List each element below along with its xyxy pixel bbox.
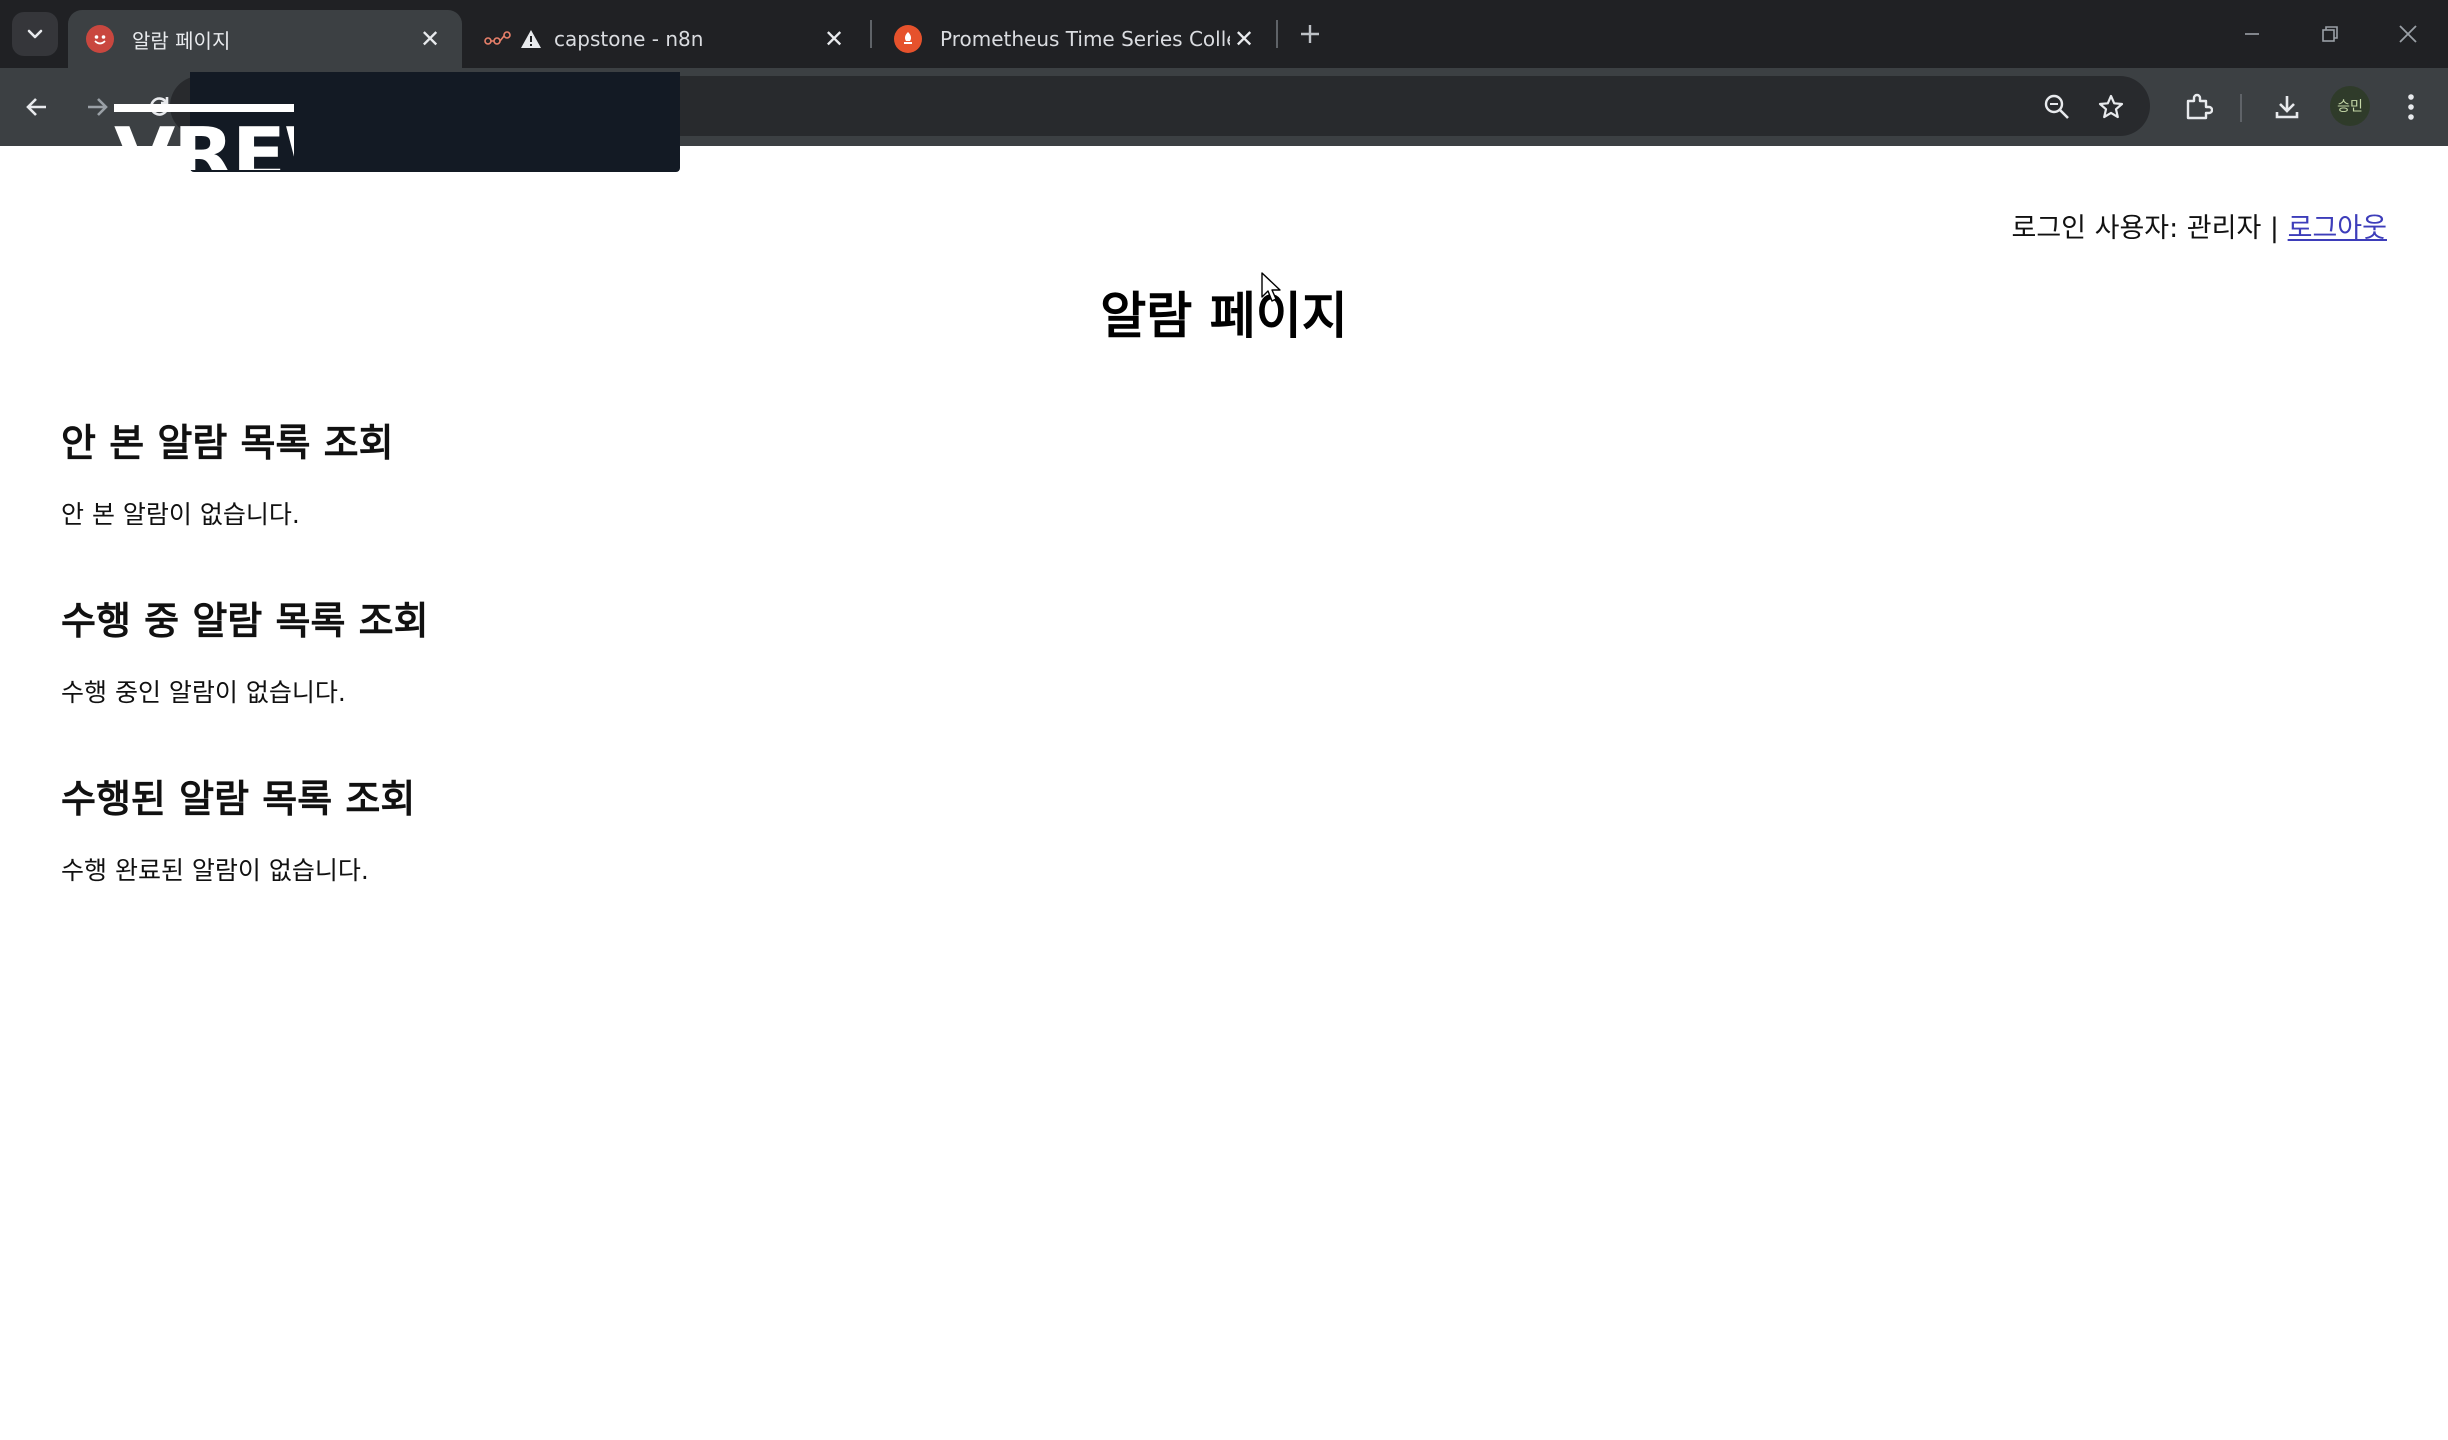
more-vertical-icon bbox=[2408, 94, 2414, 120]
section-completed-alarms: 수행된 알람 목록 조회 수행 완료된 알람이 없습니다. bbox=[61, 768, 415, 887]
section-heading: 수행된 알람 목록 조회 bbox=[61, 777, 416, 821]
tab-divider bbox=[870, 20, 872, 48]
puzzle-icon bbox=[2186, 93, 2213, 120]
tab-strip: 알람 페이지 ✕ capstone - n8n ✕ Prometheus Tim… bbox=[0, 0, 2448, 68]
close-tab-icon[interactable]: ✕ bbox=[1230, 25, 1258, 53]
download-icon bbox=[2275, 96, 2299, 119]
close-tab-icon[interactable]: ✕ bbox=[820, 25, 848, 53]
empty-message: 수행 완료된 알람이 없습니다. bbox=[61, 856, 369, 885]
arrow-left-icon bbox=[26, 98, 46, 116]
tab-title: capstone - n8n bbox=[554, 27, 704, 51]
downloads-button[interactable] bbox=[2264, 84, 2310, 130]
close-icon bbox=[2399, 25, 2417, 43]
star-icon bbox=[2098, 94, 2124, 119]
page-title: 알람 페이지 bbox=[1100, 287, 1348, 345]
menu-button[interactable] bbox=[2388, 84, 2434, 130]
minimize-icon bbox=[2245, 33, 2259, 35]
empty-message: 수행 중인 알람이 없습니다. bbox=[61, 678, 346, 707]
warning-icon bbox=[520, 29, 542, 49]
back-button[interactable] bbox=[14, 84, 60, 130]
restore-icon bbox=[2322, 26, 2338, 42]
close-window-button[interactable] bbox=[2378, 12, 2438, 56]
tab-prometheus[interactable]: Prometheus Time Series Colle ✕ bbox=[876, 10, 1276, 68]
profile-avatar[interactable]: 승민 bbox=[2330, 86, 2370, 126]
tab-title: 알람 페이지 bbox=[132, 28, 231, 53]
zoom-button[interactable] bbox=[2034, 84, 2080, 130]
toolbar-divider bbox=[2240, 94, 2242, 122]
arrow-right-icon bbox=[88, 98, 108, 116]
tab-search-button[interactable] bbox=[12, 12, 58, 56]
vrew-logo: VREW bbox=[114, 104, 294, 170]
prometheus-icon bbox=[894, 25, 922, 53]
tab-n8n[interactable]: capstone - n8n ✕ bbox=[466, 10, 866, 68]
tab-title: Prometheus Time Series Colle bbox=[940, 27, 1230, 51]
new-tab-button[interactable] bbox=[1290, 14, 1330, 54]
bookmark-button[interactable] bbox=[2088, 84, 2134, 130]
section-unseen-alarms: 안 본 알람 목록 조회 안 본 알람이 없습니다. bbox=[61, 412, 394, 531]
separator: | bbox=[2269, 213, 2280, 244]
tab-divider bbox=[1276, 20, 1278, 48]
extensions-button[interactable] bbox=[2175, 84, 2221, 130]
logged-in-user-label: 로그인 사용자: 관리자 bbox=[2011, 213, 2262, 244]
logout-link[interactable]: 로그아웃 bbox=[2288, 213, 2387, 244]
user-info-bar: 로그인 사용자: 관리자 | 로그아웃 bbox=[2012, 206, 2388, 245]
red-smiley-icon bbox=[86, 25, 114, 53]
restore-button[interactable] bbox=[2300, 12, 2360, 56]
n8n-icon bbox=[484, 25, 512, 53]
chevron-down-icon bbox=[27, 29, 43, 39]
section-heading: 안 본 알람 목록 조회 bbox=[61, 421, 394, 465]
section-heading: 수행 중 알람 목록 조회 bbox=[61, 599, 429, 643]
plus-icon bbox=[1301, 25, 1319, 43]
empty-message: 안 본 알람이 없습니다. bbox=[61, 500, 300, 529]
minimize-button[interactable] bbox=[2222, 12, 2282, 56]
zoom-icon bbox=[2044, 94, 2069, 119]
tab-alarm-page[interactable]: 알람 페이지 ✕ bbox=[68, 10, 462, 68]
close-tab-icon[interactable]: ✕ bbox=[416, 25, 444, 53]
section-in-progress-alarms: 수행 중 알람 목록 조회 수행 중인 알람이 없습니다. bbox=[61, 590, 429, 709]
mouse-cursor-icon bbox=[1261, 272, 1283, 308]
